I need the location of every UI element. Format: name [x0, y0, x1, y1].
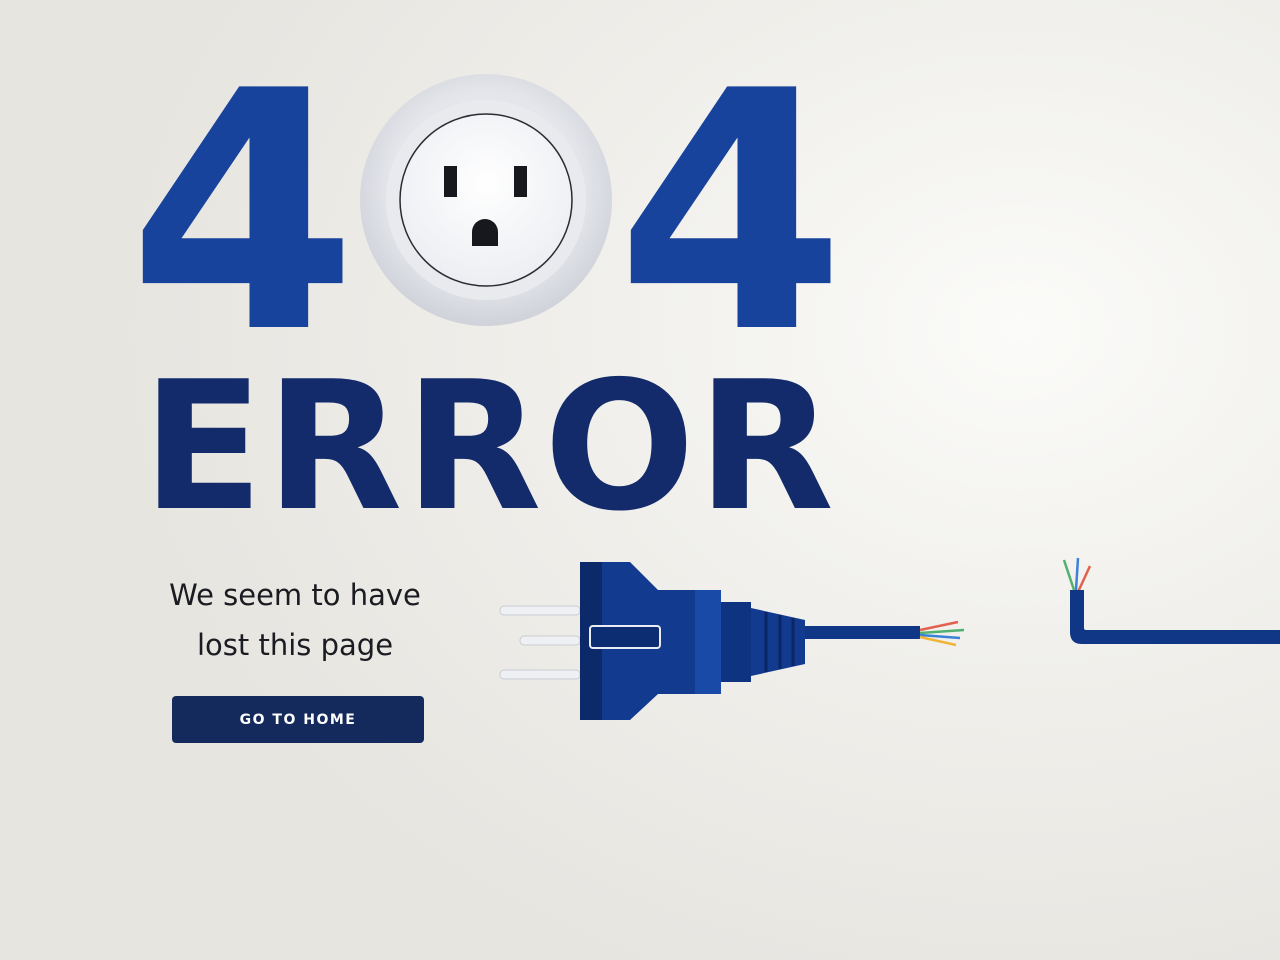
power-outlet-icon — [360, 74, 612, 326]
error-title: ERROR — [142, 343, 837, 550]
go-to-home-button[interactable]: GO TO HOME — [172, 696, 424, 743]
error-code-digit-left: 4 — [128, 21, 358, 405]
error-message-line-1: We seem to have — [169, 578, 421, 612]
unplugged-plug-icon — [499, 562, 965, 720]
error-code-digit-right: 4 — [616, 21, 846, 405]
error-message: We seem to have lost this page — [150, 570, 440, 670]
error-message-line-2: lost this page — [196, 628, 394, 662]
cut-cable-icon — [1062, 557, 1280, 644]
